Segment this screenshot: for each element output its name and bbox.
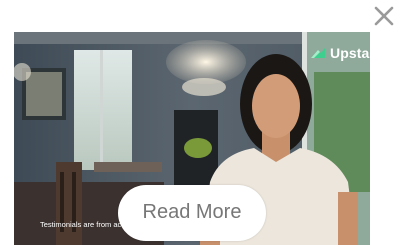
brand-name: Upstart (330, 45, 370, 61)
close-icon (374, 6, 394, 26)
ad-container: Upstart Testimonials are from actual U R… (0, 0, 404, 245)
read-more-button[interactable]: Read More (118, 185, 266, 241)
upstart-logo-icon (311, 48, 325, 58)
close-button[interactable] (372, 4, 396, 28)
brand-logo: Upstart (310, 45, 370, 61)
